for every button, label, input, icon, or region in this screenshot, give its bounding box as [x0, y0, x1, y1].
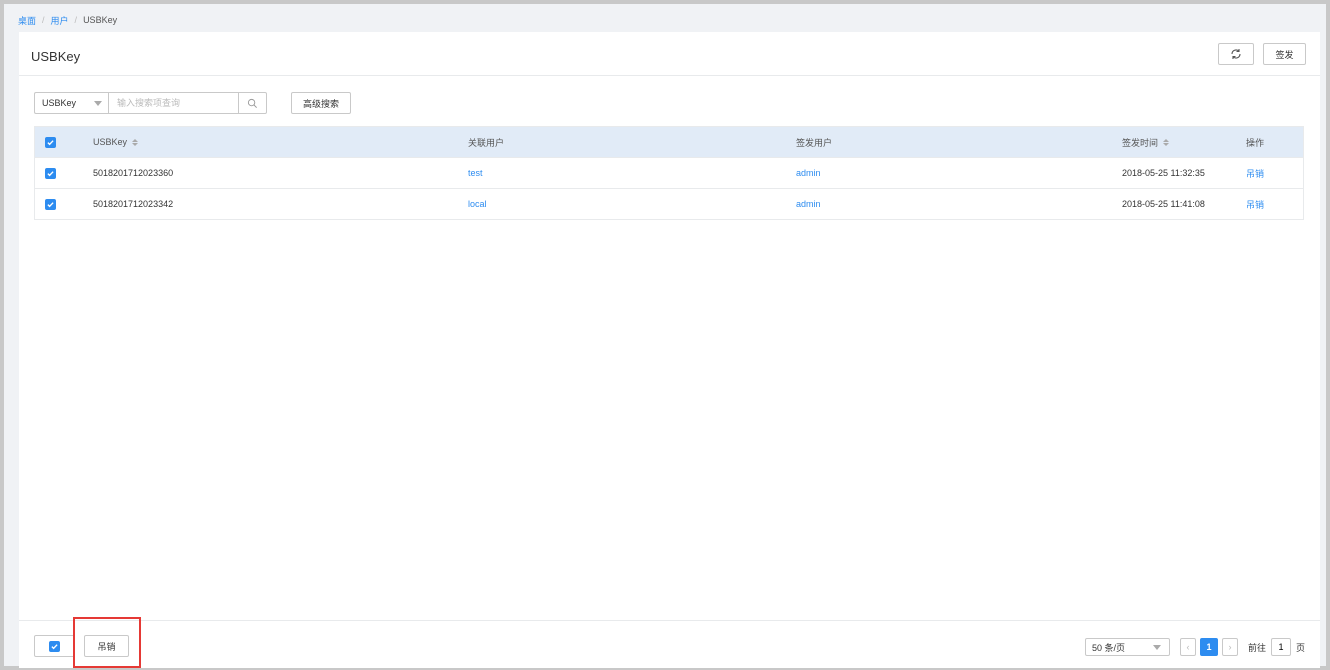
refresh-button[interactable]: [1218, 43, 1254, 65]
row-checkbox[interactable]: [45, 198, 56, 210]
chevron-right-icon: ›: [1228, 642, 1232, 652]
column-header-linked-user: 关联用户: [468, 137, 505, 148]
page-number-current[interactable]: 1: [1199, 638, 1218, 656]
issue-time: 2018-05-25 11:32:35: [1122, 168, 1205, 178]
row-checkbox-cell: [45, 158, 61, 188]
breadcrumb-separator: /: [74, 15, 78, 25]
sort-icon[interactable]: [132, 138, 139, 146]
search-field-select[interactable]: USBKey: [34, 92, 108, 114]
breadcrumb-users[interactable]: 用户: [51, 14, 69, 27]
column-header-label: USBKey: [93, 137, 128, 147]
select-all-checkbox[interactable]: [45, 136, 56, 148]
page-size-select[interactable]: 50 条/页: [1084, 638, 1170, 656]
content-panel: USBKey 签发 USBKey 高级搜索: [19, 32, 1320, 668]
bulk-select-button[interactable]: [34, 635, 75, 657]
column-header-usbkey[interactable]: USBKey: [93, 127, 139, 157]
table-row: 5018201712023342 local admin 2018-05-25 …: [35, 189, 1303, 220]
column-header-actions: 操作: [1246, 137, 1265, 148]
goto-page-input[interactable]: [1270, 638, 1291, 656]
breadcrumb-separator: /: [42, 15, 45, 25]
revoke-link[interactable]: 吊销: [1246, 158, 1264, 188]
next-page-button[interactable]: ›: [1221, 638, 1238, 656]
issuer-link[interactable]: admin: [796, 158, 821, 188]
breadcrumb-current: USBKey: [83, 15, 118, 25]
column-header-issuer: 签发用户: [796, 137, 833, 148]
select-all-cell: [45, 127, 61, 157]
row-checkbox-cell: [45, 189, 61, 219]
table-header-row: USBKey 关联用户 签发用户 签发时间 操作: [35, 127, 1303, 158]
search-icon: [247, 98, 257, 108]
check-icon: [47, 139, 54, 145]
refresh-icon: [1231, 49, 1241, 59]
issue-time: 2018-05-25 11:41:08: [1122, 199, 1205, 209]
app-frame: 桌面 / 用户 / USBKey USBKey 签发 USBKey 输入搜索项查…: [0, 0, 1330, 670]
issuer-link[interactable]: admin: [796, 189, 821, 219]
issue-button[interactable]: 签发: [1263, 43, 1306, 65]
revoke-link[interactable]: 吊销: [1246, 189, 1264, 219]
panel-header: USBKey 签发: [19, 32, 1320, 76]
bulk-select-checkbox[interactable]: [49, 640, 60, 652]
goto-label: 前往: [1247, 642, 1266, 653]
usbkey-id: 5018201712023342: [93, 199, 174, 209]
sort-icon[interactable]: [1163, 138, 1170, 146]
search-field-value: USBKey: [42, 98, 77, 108]
usbkey-id: 5018201712023360: [93, 168, 174, 178]
check-icon: [47, 170, 54, 176]
chevron-down-icon: [94, 101, 102, 106]
chevron-left-icon: ‹: [1186, 642, 1190, 652]
table-row: 5018201712023360 test admin 2018-05-25 1…: [35, 158, 1303, 189]
search-input[interactable]: [108, 92, 239, 114]
pagination: 50 条/页 ‹ 1 › 前往 页: [1084, 638, 1305, 656]
advanced-search-button[interactable]: 高级搜索: [291, 92, 351, 114]
row-checkbox[interactable]: [45, 167, 56, 179]
search-button[interactable]: [238, 92, 267, 114]
check-icon: [51, 643, 58, 649]
linked-user-link[interactable]: test: [468, 158, 483, 188]
column-header-label: 签发时间: [1122, 137, 1159, 148]
page-size-value: 50 条/页: [1091, 642, 1125, 653]
breadcrumb: 桌面 / 用户 / USBKey: [18, 12, 117, 28]
check-icon: [47, 201, 54, 207]
chevron-down-icon: [1152, 645, 1161, 650]
table-footer: 吊销 50 条/页 ‹ 1 › 前往 页: [19, 617, 1320, 668]
bulk-revoke-button[interactable]: 吊销: [84, 635, 129, 657]
linked-user-link[interactable]: local: [468, 189, 487, 219]
breadcrumb-desktop[interactable]: 桌面: [18, 14, 36, 27]
usbkey-table: USBKey 关联用户 签发用户 签发时间 操作 501820171202336…: [34, 126, 1304, 220]
prev-page-button[interactable]: ‹: [1179, 638, 1196, 656]
page-title: USBKey: [31, 49, 81, 64]
goto-suffix: 页: [1295, 642, 1305, 653]
column-header-issue-time[interactable]: 签发时间: [1122, 127, 1170, 157]
